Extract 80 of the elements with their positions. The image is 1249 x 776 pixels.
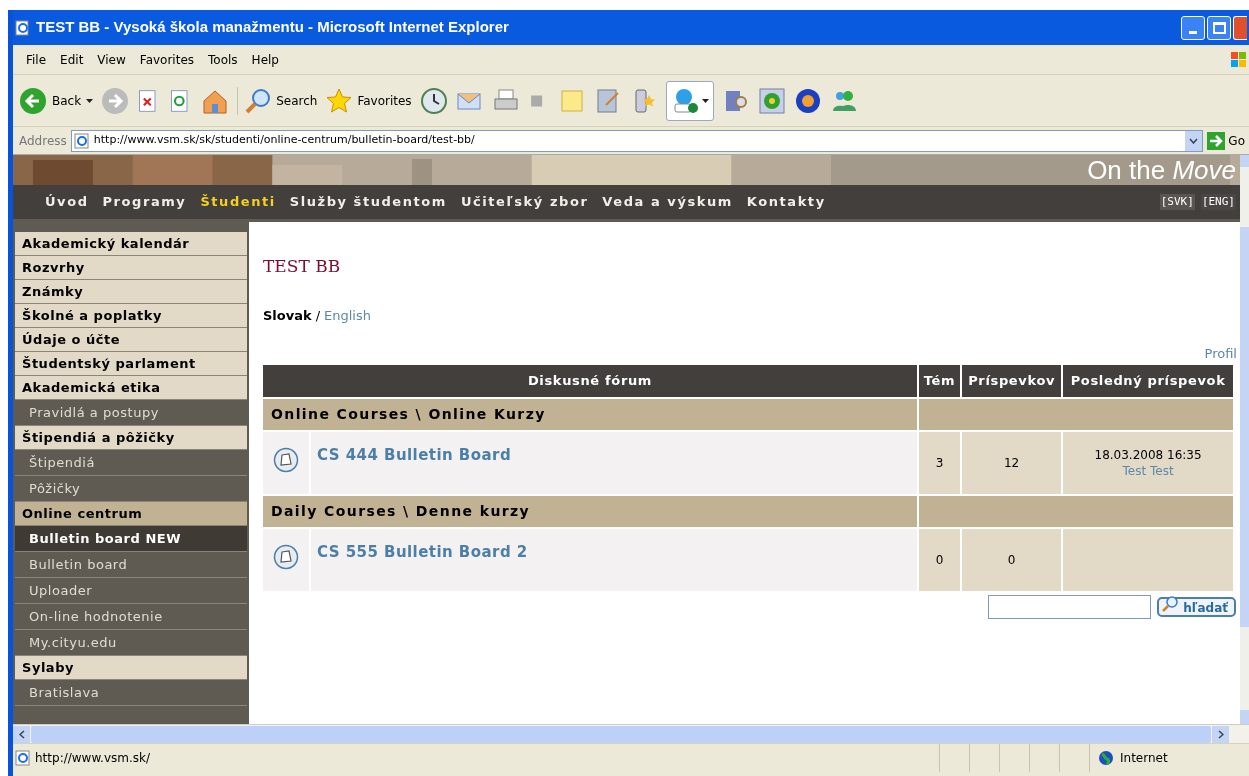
column-header: Posledný príspevok — [1063, 365, 1233, 397]
search-button[interactable]: Search — [237, 86, 318, 115]
language-link[interactable]: [SVK] — [1159, 193, 1195, 211]
caret-icon — [701, 98, 709, 103]
menu-item[interactable]: File — [19, 50, 54, 69]
chevron-down-icon — [1189, 137, 1199, 144]
security-zone: Internet — [1120, 750, 1168, 767]
nav-link[interactable]: Služby študentom — [289, 192, 447, 212]
forum-icon — [273, 447, 299, 474]
scroll-right-button[interactable] — [1212, 725, 1229, 743]
profile-link[interactable]: Profil — [1204, 343, 1237, 363]
go-button[interactable]: Go — [1207, 131, 1249, 150]
sidebar-item[interactable]: Sylaby — [15, 656, 247, 680]
menu-item[interactable]: Help — [244, 50, 286, 69]
address-label: Address — [19, 132, 67, 150]
nav-link[interactable]: Učiteľský zbor — [460, 192, 589, 212]
chevron-left-icon — [18, 729, 25, 739]
sidebar-item[interactable]: Akademická etika — [15, 376, 247, 400]
page-icon — [15, 750, 31, 766]
search-icon — [244, 86, 273, 115]
banner-tagline: On the Move — [1087, 155, 1236, 185]
sidebar-item[interactable]: Bulletin board NEW — [15, 526, 247, 552]
column-header: Diskusné fórum — [263, 365, 917, 397]
posts-cell: 12 — [962, 432, 1062, 494]
sidebar-item[interactable]: Rozvrhy — [15, 256, 247, 280]
back-button[interactable]: Back — [19, 86, 94, 115]
nav-link[interactable]: Študenti — [200, 192, 276, 212]
posts-cell: 0 — [962, 529, 1062, 591]
status-text: http://www.vsm.sk/ — [35, 750, 151, 767]
window-title: TEST BB - Vysoká škola manažmentu - Microsoft Internet Explorer — [36, 17, 509, 38]
forum-link[interactable]: CS 444 Bulletin Board — [317, 446, 512, 464]
go-arrow-icon — [1207, 131, 1226, 150]
sidebar-item[interactable]: Akademický kalendár — [15, 232, 247, 256]
windows-logo-icon — [1229, 49, 1249, 70]
menu-item[interactable]: View — [90, 50, 133, 69]
maximize-button[interactable] — [1207, 15, 1231, 40]
star-icon — [325, 86, 354, 115]
separator: / — [315, 307, 321, 325]
forum-link[interactable]: CS 555 Bulletin Board 2 — [317, 543, 528, 561]
nav-link[interactable]: Veda a výskum — [602, 192, 733, 212]
phone-button[interactable] — [665, 80, 714, 121]
dropdown-button[interactable] — [1185, 130, 1203, 151]
search-button[interactable]: hľadať — [1157, 597, 1236, 617]
sidebar-item[interactable]: Údaje o účte — [15, 328, 247, 352]
topics-cell: 3 — [918, 432, 961, 494]
topics-cell: 0 — [918, 529, 961, 591]
close-button[interactable] — [1233, 15, 1247, 40]
nav-link[interactable]: Programy — [102, 192, 187, 212]
current-language: Slovak — [263, 307, 312, 325]
category-cell: Daily Courses \ Denne kurzy — [263, 496, 917, 527]
search-icon — [1161, 595, 1180, 613]
menu-item[interactable]: Favorites — [132, 50, 202, 69]
nav-link[interactable]: Kontakty — [746, 192, 826, 212]
forum-icon — [273, 544, 299, 571]
chevron-right-icon — [1217, 729, 1224, 739]
sidebar-item[interactable]: Štipendiá a pôžičky — [15, 426, 247, 450]
category-cell: Online Courses \ Online Kurzy — [263, 399, 917, 430]
caret-icon — [86, 98, 94, 103]
browser-icon — [15, 19, 31, 36]
page-title: TEST BB — [263, 255, 342, 276]
sidebar-item[interactable]: Známky — [15, 280, 247, 304]
last-post-date: 18.03.2008 16:35 — [1093, 447, 1203, 463]
minimize-button[interactable] — [1181, 15, 1205, 40]
menu-item[interactable]: Edit — [53, 50, 91, 69]
column-header: Tém — [918, 365, 961, 397]
menu-item[interactable]: Tools — [201, 50, 245, 69]
nav-link[interactable]: Úvod — [45, 192, 89, 212]
page-icon — [73, 132, 90, 149]
search-field[interactable] — [988, 595, 1152, 619]
language-link[interactable]: [ENG] — [1200, 193, 1236, 211]
favorites-button[interactable]: Favorites — [325, 86, 412, 115]
globe-icon — [1098, 750, 1114, 766]
sidebar-item[interactable]: Online centrum — [15, 502, 247, 526]
sidebar-item[interactable]: Študentský parlament — [15, 352, 247, 376]
column-header: Príspevkov — [962, 365, 1062, 397]
history-icon[interactable] — [419, 86, 448, 115]
english-link[interactable]: English — [324, 306, 371, 326]
scroll-left-button[interactable] — [13, 725, 30, 743]
sidebar-item[interactable]: Školné a poplatky — [15, 304, 247, 328]
address-field[interactable]: http://www.vsm.sk/sk/studenti/online-centrum/bulletin-board/test-bb/ — [70, 129, 1204, 152]
